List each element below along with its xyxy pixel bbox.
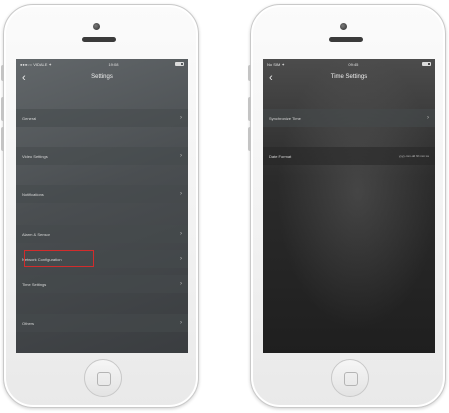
chevron-right-icon: ›: [180, 231, 182, 237]
nav-bar: ‹ Settings: [16, 69, 188, 89]
settings-item-synchronize-time[interactable]: Synchronize Time ›: [263, 109, 435, 127]
chevron-right-icon: ›: [180, 281, 182, 287]
carrier-label: ●●●○○ VIDALE ✦: [20, 61, 52, 67]
chevron-right-icon: ›: [427, 115, 429, 121]
phone-left: ●●●○○ VIDALE ✦ 19:08 ‹ Settings General …: [1, 4, 199, 408]
volume-up-button: [248, 97, 251, 121]
front-camera: [340, 23, 347, 30]
highlight-box: [24, 250, 94, 267]
carrier-label: No SIM ✦: [267, 61, 285, 67]
settings-item-label: Date Format: [269, 153, 292, 159]
settings-item-label: Others: [22, 320, 35, 326]
chevron-right-icon: ›: [180, 320, 182, 326]
chevron-right-icon: ›: [180, 115, 182, 121]
volume-up-button: [1, 97, 4, 121]
settings-item-label: General: [22, 115, 37, 121]
page-title: Time Settings: [330, 74, 368, 80]
settings-item-video-settings[interactable]: Video Settings ›: [16, 147, 188, 165]
front-camera: [93, 23, 100, 30]
volume-down-button: [1, 127, 4, 151]
chevron-right-icon: ›: [180, 256, 182, 262]
earpiece-speaker: [329, 37, 363, 42]
settings-item-notifications[interactable]: Notifications ›: [16, 185, 188, 203]
status-bar: ●●●○○ VIDALE ✦ 19:08: [16, 59, 188, 69]
settings-item-label: Alarm & Sensor: [22, 231, 51, 237]
settings-item-label: Synchronize Time: [269, 115, 301, 121]
settings-item-label: Video Settings: [22, 153, 48, 159]
volume-down-button: [248, 127, 251, 151]
mute-switch: [248, 65, 251, 81]
settings-item-others[interactable]: Others ›: [16, 314, 188, 332]
battery-icon: [175, 62, 184, 66]
home-button: [84, 359, 122, 397]
settings-screen: ●●●○○ VIDALE ✦ 19:08 ‹ Settings General …: [16, 59, 188, 353]
mute-switch: [1, 65, 4, 81]
chevron-right-icon: ›: [180, 153, 182, 159]
status-bar: No SIM ✦ 09:45: [263, 59, 435, 69]
page-title: Settings: [91, 74, 113, 80]
settings-item-label: Notifications: [22, 191, 44, 197]
nav-bar: ‹ Time Settings: [263, 69, 435, 89]
settings-item-general[interactable]: General ›: [16, 109, 188, 127]
chevron-right-icon: ›: [180, 191, 182, 197]
home-button: [331, 359, 369, 397]
settings-item-time-settings[interactable]: Time Settings ›: [16, 275, 188, 293]
phone-right: No SIM ✦ 09:45 ‹ Time Settings Synchroni…: [248, 4, 446, 408]
status-time: 09:45: [348, 61, 359, 67]
settings-item-date-format[interactable]: Date Format yyyy-mm-dd hh:mm:ss: [263, 147, 435, 165]
settings-item-label: Time Settings: [22, 281, 47, 287]
status-time: 19:08: [108, 61, 119, 67]
earpiece-speaker: [82, 37, 116, 42]
time-settings-screen: No SIM ✦ 09:45 ‹ Time Settings Synchroni…: [263, 59, 435, 353]
settings-item-alarm-sensor[interactable]: Alarm & Sensor ›: [16, 225, 188, 243]
battery-icon: [421, 62, 431, 66]
date-format-value: yyyy-mm-dd hh:mm:ss: [398, 154, 429, 158]
